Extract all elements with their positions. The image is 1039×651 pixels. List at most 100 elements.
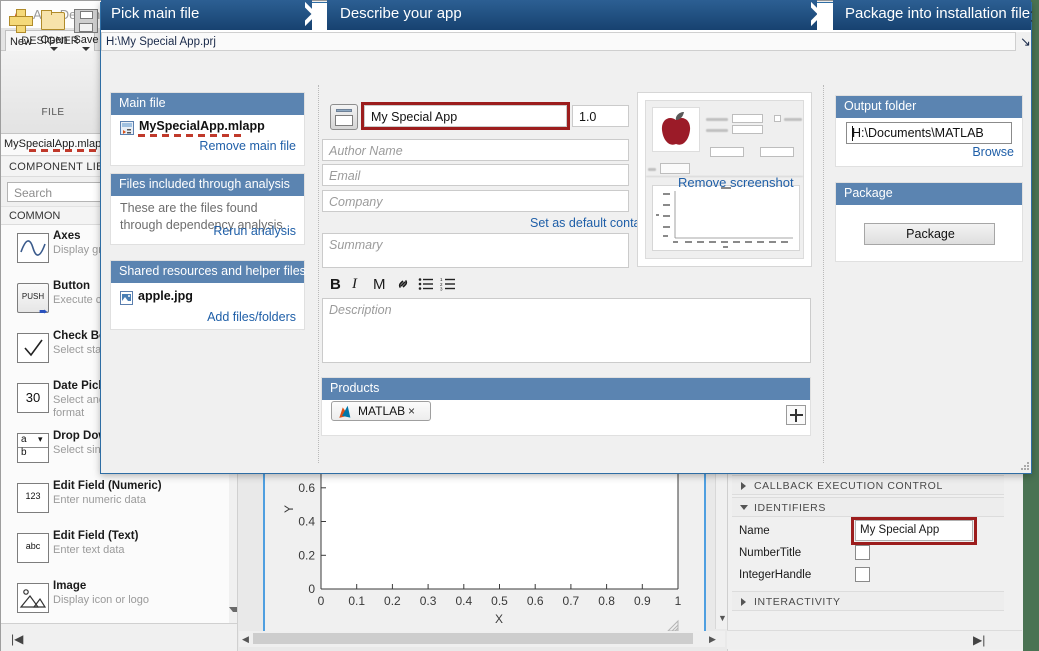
browse-link[interactable]: Browse bbox=[972, 145, 1014, 159]
scroll-left-icon[interactable]: ◀ bbox=[242, 634, 249, 645]
preview-chart bbox=[652, 185, 800, 251]
chevron-right-icon bbox=[741, 598, 746, 606]
step-package-into-installation-file[interactable]: Package into installation file bbox=[833, 0, 1031, 30]
bold-icon[interactable]: B bbox=[330, 276, 341, 293]
shared-resources-card: Shared resources and helper files apple.… bbox=[110, 260, 306, 330]
preview-blur-tab bbox=[648, 168, 656, 171]
component-desc: Enter numeric data bbox=[53, 494, 146, 506]
inspector-section-label: CALLBACK EXECUTION CONTROL bbox=[754, 480, 943, 492]
save-button[interactable]: Save bbox=[71, 7, 101, 51]
inspector-numbertitle-checkbox[interactable] bbox=[855, 545, 870, 560]
inspector-row-integerhandle-label: IntegerHandle bbox=[739, 569, 812, 581]
component-desc: Display icon or logo bbox=[53, 594, 149, 606]
main-file-header-label: Main file bbox=[119, 96, 166, 110]
component-name: Image bbox=[53, 580, 87, 592]
package-button[interactable]: Package bbox=[864, 223, 995, 245]
preview-blur-tab bbox=[660, 163, 690, 174]
scrollbar-thumb[interactable] bbox=[253, 633, 693, 644]
description-input[interactable]: Description bbox=[322, 298, 811, 363]
italic-icon[interactable]: I bbox=[352, 276, 357, 293]
product-chip-matlab[interactable]: MATLAB × bbox=[331, 401, 431, 421]
floppy-disk-icon bbox=[74, 9, 98, 33]
products-header-label: Products bbox=[330, 381, 380, 395]
main-file-header: Main file bbox=[111, 93, 304, 115]
scroll-down-icon[interactable]: ▼ bbox=[718, 613, 727, 623]
company-input[interactable]: Company bbox=[322, 190, 629, 212]
products-header: Products bbox=[322, 378, 810, 400]
scroll-right-icon[interactable]: ▶ bbox=[709, 634, 716, 645]
remove-screenshot-link[interactable]: Remove screenshot bbox=[678, 175, 794, 190]
component-name: Edit Field (Text) bbox=[53, 530, 139, 542]
canvas-horizontal-scrollbar[interactable]: ◀ ▶ bbox=[239, 631, 725, 647]
open-button[interactable]: Open bbox=[39, 7, 69, 51]
analysis-files-header-label: Files included through analysis bbox=[119, 177, 290, 191]
preview-blur-button bbox=[760, 147, 794, 157]
set-default-contact-link[interactable]: Set as default contact bbox=[530, 216, 650, 230]
open-file-tab[interactable]: MySpecialApp.mlapp bbox=[1, 134, 109, 156]
numeric-field-icon: 123 bbox=[17, 483, 49, 513]
step-describe-your-app[interactable]: Describe your app bbox=[327, 0, 817, 30]
text-caret bbox=[852, 126, 853, 141]
svg-text:0.7: 0.7 bbox=[563, 594, 580, 608]
image-icon bbox=[17, 583, 49, 613]
svg-text:0.2: 0.2 bbox=[298, 549, 315, 563]
scroll-first-icon[interactable]: |◀ bbox=[11, 632, 23, 646]
company-placeholder: Company bbox=[329, 195, 383, 209]
remove-main-file-link[interactable]: Remove main file bbox=[199, 139, 296, 153]
summary-input[interactable]: Summary bbox=[322, 233, 629, 268]
preview-blur-dropdown bbox=[732, 114, 763, 123]
remove-product-icon[interactable]: × bbox=[408, 404, 415, 418]
list-item[interactable]: 123 Edit Field (Numeric) Enter numeric d… bbox=[1, 475, 237, 525]
rerun-analysis-link[interactable]: Rerun analysis bbox=[213, 224, 296, 238]
inspector-row-name-label: Name bbox=[739, 525, 770, 537]
new-button[interactable]: New bbox=[6, 7, 36, 48]
highlight-box-name bbox=[851, 517, 977, 545]
email-placeholder: Email bbox=[329, 169, 361, 183]
text-field-icon: abc bbox=[17, 533, 49, 563]
preview-blur-text bbox=[706, 129, 728, 132]
ribbon-group-label: FILE bbox=[41, 107, 65, 118]
figure-axes-container[interactable]: 0 0.1 0.2 0.3 0.4 0.5 0.6 0.7 0.8 0.9 1 X 0 0.2 … bbox=[263, 469, 706, 641]
app-version-input[interactable]: 1.0 bbox=[572, 105, 629, 127]
link-icon[interactable] bbox=[395, 276, 411, 295]
canvas-vertical-scrollbar[interactable]: ▼ bbox=[715, 471, 727, 629]
main-file-name[interactable]: MySpecialApp.mlapp bbox=[139, 119, 265, 133]
monospace-icon[interactable]: M bbox=[373, 276, 386, 293]
package-card: Package bbox=[835, 182, 1023, 262]
main-file-card: Main file MySpecialApp.mlapp Remove main… bbox=[110, 92, 305, 166]
svg-text:0.4: 0.4 bbox=[298, 515, 315, 529]
chevron-down-icon[interactable] bbox=[82, 47, 90, 51]
app-version-value: 1.0 bbox=[579, 110, 597, 124]
svg-text:0.3: 0.3 bbox=[420, 594, 437, 608]
svg-text:0.6: 0.6 bbox=[298, 481, 315, 495]
bulleted-list-icon[interactable] bbox=[418, 277, 433, 294]
expand-arrow-icon[interactable]: ↘ bbox=[1020, 34, 1031, 50]
preview-blur-button bbox=[710, 147, 744, 157]
axes-plot: 0 0.1 0.2 0.3 0.4 0.5 0.6 0.7 0.8 0.9 1 X 00.2 … bbox=[265, 471, 704, 639]
output-folder-input[interactable]: H:\Documents\MATLAB bbox=[846, 122, 1012, 144]
step-pick-main-file[interactable]: Pick main file bbox=[101, 0, 312, 30]
numbered-list-icon[interactable]: 123 bbox=[440, 277, 455, 294]
add-product-button[interactable] bbox=[786, 405, 806, 425]
email-input[interactable]: Email bbox=[322, 164, 629, 186]
drop-down-icon: a ▾ b bbox=[17, 433, 49, 463]
list-item[interactable]: abc Edit Field (Text) Enter text data bbox=[1, 525, 237, 575]
inspector-section-interactivity[interactable]: INTERACTIVITY bbox=[732, 591, 1004, 611]
scroll-last-icon[interactable]: ▶| bbox=[973, 633, 985, 647]
chevron-down-icon[interactable] bbox=[50, 47, 58, 51]
app-icon[interactable] bbox=[330, 104, 358, 130]
list-item[interactable]: Image Display icon or logo bbox=[1, 575, 237, 623]
shared-file-name[interactable]: apple.jpg bbox=[138, 289, 193, 303]
add-files-link[interactable]: Add files/folders bbox=[207, 310, 296, 324]
product-name: MATLAB bbox=[358, 404, 406, 418]
component-name: Axes bbox=[53, 230, 81, 242]
author-name-input[interactable]: Author Name bbox=[322, 139, 629, 161]
project-path-input[interactable]: H:\My Special App.prj bbox=[101, 32, 1016, 51]
inspector-section-identifiers[interactable]: IDENTIFIERS bbox=[732, 497, 1004, 517]
step-label: Describe your app bbox=[340, 5, 462, 22]
resize-grip[interactable] bbox=[1020, 462, 1030, 471]
highlight-box-app-name bbox=[361, 102, 570, 130]
inspector-section-callback[interactable]: CALLBACK EXECUTION CONTROL bbox=[732, 475, 1004, 495]
svg-text:0.8: 0.8 bbox=[598, 594, 615, 608]
inspector-integerhandle-checkbox[interactable] bbox=[855, 567, 870, 582]
